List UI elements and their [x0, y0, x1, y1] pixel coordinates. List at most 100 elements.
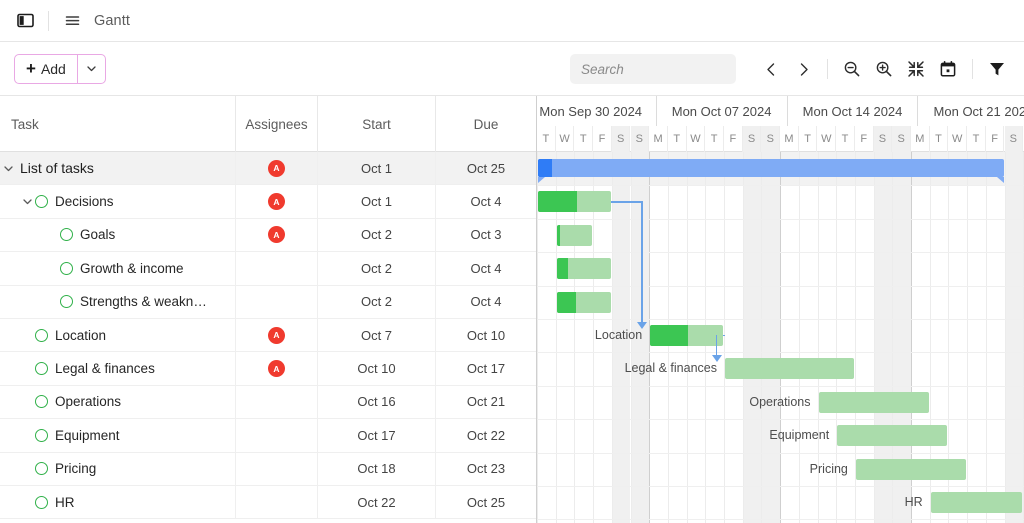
due-date-cell[interactable]: Oct 22	[436, 419, 536, 451]
task-status-circle-icon[interactable]	[35, 495, 48, 509]
table-row[interactable]: Equipment Oct 17 Oct 22	[0, 419, 536, 453]
due-date-cell[interactable]: Oct 4	[436, 252, 536, 284]
gantt-task-bar[interactable]	[538, 191, 611, 213]
timeline-day-header: T	[537, 126, 556, 152]
next-button[interactable]	[788, 54, 818, 84]
column-header-start[interactable]: Start	[318, 96, 436, 152]
gantt-task-bar[interactable]	[556, 258, 611, 280]
assignees-cell[interactable]: A	[236, 352, 318, 385]
table-row[interactable]: Growth & income Oct 2 Oct 4	[0, 252, 536, 286]
timeline-day-header: W	[556, 126, 575, 152]
due-date-cell[interactable]: Oct 17	[436, 352, 536, 384]
search-input[interactable]	[570, 54, 736, 84]
assignees-cell[interactable]	[236, 285, 318, 318]
gantt-summary-bar[interactable]	[538, 159, 1004, 183]
task-name-label: Legal & finances	[55, 361, 155, 377]
task-status-circle-icon[interactable]	[60, 295, 73, 309]
assignees-cell[interactable]	[236, 485, 318, 519]
start-date-cell[interactable]: Oct 2	[318, 252, 436, 285]
table-row[interactable]: Goals A Oct 2 Oct 3	[0, 218, 536, 253]
task-status-circle-icon[interactable]	[60, 228, 73, 242]
start-date-cell[interactable]: Oct 7	[318, 318, 436, 352]
task-grid: Task Assignees Start Due List of tasks A O…	[0, 96, 537, 523]
gantt-task-bar[interactable]	[855, 458, 967, 480]
progress-fill	[538, 159, 552, 177]
task-status-circle-icon[interactable]	[35, 328, 48, 342]
column-header-task[interactable]: Task	[0, 96, 236, 152]
assignees-cell[interactable]: A	[236, 218, 318, 252]
prev-button[interactable]	[756, 54, 786, 84]
task-status-circle-icon[interactable]	[35, 428, 48, 442]
fit-button[interactable]	[901, 54, 931, 84]
table-row[interactable]: Location A Oct 7 Oct 10	[0, 318, 536, 353]
table-row[interactable]: Decisions A Oct 1 Oct 4	[0, 185, 536, 219]
gantt-bar-label: Equipment	[769, 428, 830, 443]
table-row[interactable]: Pricing Oct 18 Oct 23	[0, 452, 536, 486]
start-date-cell[interactable]: Oct 22	[318, 485, 436, 519]
start-date-cell[interactable]: Oct 1	[318, 185, 436, 218]
due-date-cell[interactable]: Oct 25	[436, 486, 536, 518]
table-row[interactable]: Strengths & weakn… Oct 2 Oct 4	[0, 285, 536, 319]
assignees-cell[interactable]	[236, 419, 318, 452]
today-button[interactable]	[933, 54, 963, 84]
filter-button[interactable]	[982, 54, 1012, 84]
start-date-cell[interactable]: Oct 10	[318, 352, 436, 385]
gantt-task-bar[interactable]	[556, 224, 593, 246]
task-cell: HR	[0, 485, 236, 519]
timeline-day-header: S	[611, 126, 631, 152]
table-row[interactable]: Legal & finances A Oct 10 Oct 17	[0, 352, 536, 386]
assignees-cell[interactable]: A	[236, 185, 318, 218]
gantt-task-bar[interactable]	[930, 492, 1023, 513]
sidebar-toggle-button[interactable]	[12, 8, 38, 34]
task-status-circle-icon[interactable]	[35, 462, 48, 476]
assignees-cell[interactable]	[236, 452, 318, 485]
due-date-label: Oct 25	[466, 160, 506, 176]
day-gridline	[985, 152, 987, 523]
start-date-cell[interactable]: Oct 2	[318, 285, 436, 318]
start-date-cell[interactable]: Oct 16	[318, 385, 436, 419]
progress-fill	[556, 291, 576, 313]
due-date-cell[interactable]: Oct 4	[436, 185, 536, 217]
assignees-cell[interactable]: A	[236, 318, 318, 352]
start-date-cell[interactable]: Oct 17	[318, 419, 436, 452]
task-status-circle-icon[interactable]	[60, 261, 73, 275]
add-dropdown-button[interactable]	[78, 63, 105, 74]
zoom-in-button[interactable]	[869, 54, 899, 84]
due-date-cell[interactable]: Oct 10	[436, 319, 536, 351]
task-name-label: Location	[55, 327, 107, 343]
gantt-task-bar[interactable]	[556, 291, 611, 313]
gantt-task-bar[interactable]	[837, 425, 948, 447]
column-header-due[interactable]: Due	[436, 96, 536, 152]
zoom-out-button[interactable]	[837, 54, 867, 84]
column-header-assignees[interactable]: Assignees	[236, 96, 318, 152]
due-date-cell[interactable]: Oct 3	[436, 219, 536, 251]
gantt-task-bar[interactable]	[650, 325, 723, 346]
due-date-label: Oct 4	[470, 194, 502, 210]
start-date-cell[interactable]: Oct 1	[318, 152, 436, 185]
task-status-circle-icon[interactable]	[35, 395, 48, 409]
add-button[interactable]: + Add	[14, 53, 106, 84]
gantt-task-bar[interactable]	[818, 391, 929, 413]
due-date-cell[interactable]: Oct 25	[436, 152, 536, 184]
table-row[interactable]: Operations Oct 16 Oct 21	[0, 385, 536, 420]
assignees-cell[interactable]	[236, 252, 318, 285]
gantt-task-bar[interactable]	[725, 358, 854, 380]
chevron-down-icon[interactable]	[0, 163, 16, 174]
row-gridline	[537, 185, 1024, 187]
start-date-label: Oct 7	[360, 327, 393, 343]
task-status-circle-icon[interactable]	[35, 195, 48, 209]
due-date-cell[interactable]: Oct 4	[436, 286, 536, 318]
table-row[interactable]: List of tasks A Oct 1 Oct 25	[0, 152, 536, 186]
start-date-cell[interactable]: Oct 2	[318, 218, 436, 252]
task-status-circle-icon[interactable]	[35, 362, 48, 376]
assignees-cell[interactable]	[236, 385, 318, 419]
table-row[interactable]: HR Oct 22 Oct 25	[0, 485, 536, 520]
menu-button[interactable]	[59, 8, 85, 34]
chevron-down-icon[interactable]	[19, 196, 35, 207]
hamburger-menu-icon	[65, 16, 79, 25]
due-date-cell[interactable]: Oct 21	[436, 386, 536, 418]
due-date-cell[interactable]: Oct 23	[436, 453, 536, 485]
start-date-cell[interactable]: Oct 18	[318, 452, 436, 485]
dependency-line	[641, 201, 643, 322]
assignees-cell[interactable]: A	[236, 152, 318, 185]
